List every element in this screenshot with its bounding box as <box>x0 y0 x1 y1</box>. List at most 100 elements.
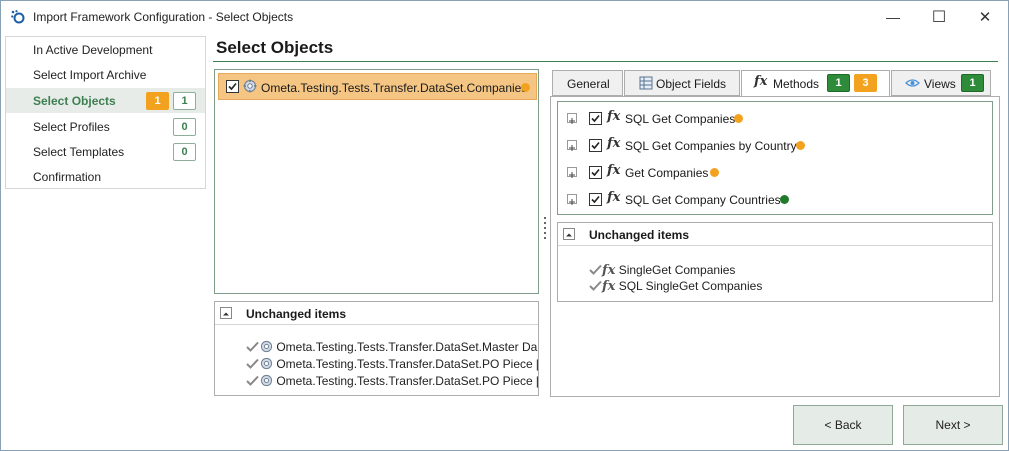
method-checkbox[interactable] <box>589 112 602 125</box>
nav-item-select-profiles[interactable]: Select Profiles 0 <box>6 114 205 139</box>
method-label: SQL Get Company Countries <box>625 193 781 207</box>
status-dot <box>780 195 789 204</box>
nav-item-confirmation[interactable]: Confirmation <box>6 164 205 189</box>
tab-general[interactable]: General <box>552 70 623 96</box>
fx-icon: fx <box>607 190 621 205</box>
object-list-item[interactable]: Ometa.Testing.Tests.Transfer.DataSet.Com… <box>218 73 537 100</box>
status-dot <box>734 114 743 123</box>
expand-icon[interactable] <box>567 113 577 124</box>
expand-icon[interactable] <box>567 167 577 178</box>
object-fields-icon <box>639 76 653 90</box>
unchanged-object-item: Ometa.Testing.Tests.Transfer.DataSet.PO … <box>246 374 538 388</box>
check-icon <box>246 341 259 352</box>
unchanged-object-label: Ometa.Testing.Tests.Transfer.DataSet.PO … <box>276 357 538 371</box>
nav-item-select-objects[interactable]: Select Objects 1 1 <box>6 88 205 113</box>
header-divider <box>213 61 998 62</box>
tab-label: Methods <box>773 77 820 91</box>
nav-item-label: Select Profiles <box>33 120 110 134</box>
unchanged-object-label: Ometa.Testing.Tests.Transfer.DataSet.Mas… <box>276 340 538 354</box>
dataset-icon <box>260 374 273 387</box>
splitter-handle[interactable] <box>544 217 547 239</box>
close-icon: ✕ <box>978 8 992 26</box>
item-count-badge: 0 <box>173 143 196 161</box>
dataset-icon <box>243 79 257 93</box>
dataset-icon <box>260 357 273 370</box>
minimize-icon: — <box>886 8 900 25</box>
nav-item-label: Select Objects <box>33 94 116 108</box>
object-checkbox[interactable] <box>226 80 239 93</box>
unchanged-methods-header[interactable]: Unchanged items <box>558 223 992 246</box>
nav-item-label: Select Templates <box>33 145 125 159</box>
methods-new-badge: 1 <box>827 74 850 92</box>
unchanged-method-item: fx SingleGet Companies <box>589 263 735 278</box>
window-title: Import Framework Configuration - Select … <box>33 10 294 24</box>
unchanged-object-item: Ometa.Testing.Tests.Transfer.DataSet.PO … <box>246 357 538 371</box>
tab-methods[interactable]: fx Methods 1 3 <box>741 70 890 97</box>
status-dot <box>710 168 719 177</box>
views-new-badge: 1 <box>961 74 984 92</box>
tab-label: Object Fields <box>656 77 727 91</box>
method-checkbox[interactable] <box>589 193 602 206</box>
unchanged-method-label: SingleGet Companies <box>618 263 736 277</box>
next-button[interactable]: Next > <box>903 405 1003 445</box>
method-item[interactable]: fx SQL Get Company Countries <box>558 189 992 211</box>
object-label: Ometa.Testing.Tests.Transfer.DataSet.Com… <box>261 81 528 95</box>
unchanged-object-label: Ometa.Testing.Tests.Transfer.DataSet.PO … <box>276 374 538 388</box>
wizard-nav: In Active Development Select Import Arch… <box>5 36 206 189</box>
unchanged-method-item: fx SQL SingleGet Companies <box>589 279 762 294</box>
nav-item-label: In Active Development <box>33 43 153 57</box>
unchanged-methods-panel: Unchanged items fx SingleGet Companies f… <box>557 222 993 302</box>
item-count-badge: 1 <box>173 92 196 110</box>
fx-icon: fx <box>607 136 621 151</box>
fx-icon: fx <box>602 279 616 294</box>
maximize-icon: ☐ <box>931 8 947 26</box>
check-icon <box>589 280 602 291</box>
methods-tab-content: fx SQL Get Companies fx SQL Get Companie… <box>550 96 1000 397</box>
check-icon <box>246 358 259 369</box>
tab-label: General <box>567 77 610 91</box>
method-item[interactable]: fx SQL Get Companies <box>558 108 992 130</box>
close-button[interactable]: ✕ <box>962 1 1008 32</box>
expand-icon[interactable] <box>567 194 577 205</box>
methods-list: fx SQL Get Companies fx SQL Get Companie… <box>557 101 993 215</box>
fx-icon: fx <box>602 263 616 278</box>
back-button[interactable]: < Back <box>793 405 893 445</box>
app-icon <box>11 10 25 24</box>
nav-item-label: Confirmation <box>33 170 102 184</box>
method-item[interactable]: fx SQL Get Companies by Country <box>558 135 992 157</box>
nav-item-label: Select Import Archive <box>33 68 147 82</box>
method-label: Get Companies <box>625 166 709 180</box>
collapse-toggle-icon[interactable] <box>563 228 575 240</box>
status-dot <box>796 141 805 150</box>
eye-icon <box>905 79 920 87</box>
nav-item-in-active-development[interactable]: In Active Development <box>6 37 205 62</box>
nav-item-select-import-archive[interactable]: Select Import Archive <box>6 62 205 87</box>
check-icon <box>589 264 602 275</box>
method-label: SQL Get Companies by Country <box>625 139 797 153</box>
methods-changed-badge: 3 <box>854 74 877 92</box>
method-checkbox[interactable] <box>589 139 602 152</box>
check-icon <box>246 375 259 386</box>
collapse-toggle-icon[interactable] <box>220 307 232 319</box>
changed-count-badge: 1 <box>146 92 169 110</box>
unchanged-objects-panel: Unchanged items Ometa.Testing.Tests.Tran… <box>214 301 539 396</box>
unchanged-methods-title: Unchanged items <box>589 228 690 242</box>
checkmark-icon <box>228 82 237 91</box>
expand-icon[interactable] <box>567 140 577 151</box>
tab-views[interactable]: Views 1 <box>891 70 991 96</box>
method-item[interactable]: fx Get Companies <box>558 162 992 184</box>
minimize-button[interactable]: — <box>870 1 916 32</box>
unchanged-method-label: SQL SingleGet Companies <box>618 279 763 293</box>
method-checkbox[interactable] <box>589 166 602 179</box>
unchanged-object-item: Ometa.Testing.Tests.Transfer.DataSet.Mas… <box>246 340 537 354</box>
unchanged-objects-header[interactable]: Unchanged items <box>215 302 538 325</box>
status-dot <box>521 83 530 92</box>
nav-item-select-templates[interactable]: Select Templates 0 <box>6 139 205 164</box>
item-count-badge: 0 <box>173 118 196 136</box>
method-label: SQL Get Companies <box>625 112 736 126</box>
fx-icon: fx <box>607 109 621 124</box>
tab-object-fields[interactable]: Object Fields <box>624 70 740 96</box>
maximize-button[interactable]: ☐ <box>916 1 962 32</box>
dataset-icon <box>260 340 273 353</box>
unchanged-objects-title: Unchanged items <box>246 307 347 321</box>
